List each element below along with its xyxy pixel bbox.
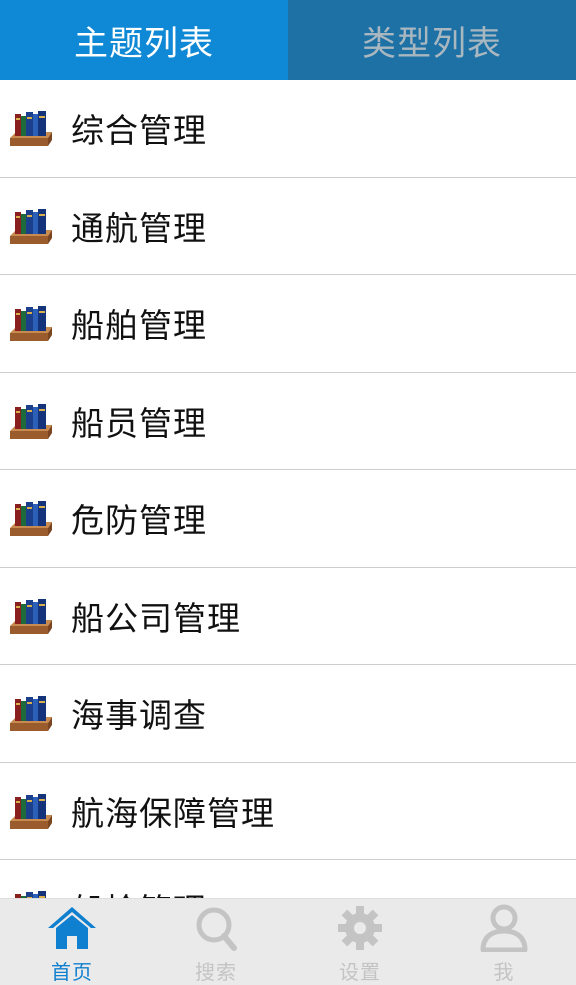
list-item-label: 船舶管理: [71, 306, 207, 346]
tab-topic-list-label: 主题列表: [74, 23, 214, 64]
list-item[interactable]: 危防管理: [0, 470, 576, 568]
bookshelf-icon: [15, 891, 46, 898]
list-item-label: 通航管理: [71, 208, 207, 248]
list-item[interactable]: 船员管理: [0, 373, 576, 470]
gear-icon: [338, 906, 382, 950]
tab-type-list[interactable]: 类型列表: [288, 0, 576, 80]
nav-search[interactable]: 搜索: [144, 899, 288, 985]
list-item-label: 船员管理: [71, 403, 207, 443]
list-item-label: 航海保障管理: [71, 793, 275, 833]
nav-home[interactable]: 首页: [0, 899, 144, 985]
bookshelf-icon: [10, 306, 52, 342]
bookshelf-icon: [10, 696, 52, 732]
bookshelf-icon: [10, 598, 52, 634]
list-item[interactable]: 航海保障管理: [0, 763, 576, 860]
tab-topic-list[interactable]: 主题列表: [0, 0, 288, 80]
nav-home-label: 首页: [51, 960, 93, 984]
bookshelf-icon: [10, 208, 52, 244]
list-item[interactable]: 船舶管理: [0, 275, 576, 373]
list-item-label: 船检管理: [71, 884, 207, 898]
list-item-label: 船公司管理: [71, 598, 241, 638]
list-item[interactable]: 通航管理: [0, 178, 576, 275]
list-item[interactable]: 综合管理: [0, 80, 576, 178]
list-item-label: 综合管理: [71, 111, 207, 151]
bookshelf-icon: [10, 111, 52, 147]
bottom-nav-bar: 首页 搜索 设置 我: [0, 898, 576, 985]
list-item-label: 海事调查: [71, 696, 207, 736]
topic-list[interactable]: 综合管理 通航管理 船舶管理 船员管理 危防管理 船公司管理 海事调查 航海保障…: [0, 80, 576, 898]
list-item[interactable]: 海事调查: [0, 665, 576, 763]
list-item-label: 危防管理: [71, 501, 207, 541]
bookshelf-icon: [10, 501, 52, 537]
app-root: 主题列表 类型列表 综合管理 通航管理 船舶管理 船员管理 危防管理 船公司管理…: [0, 0, 576, 985]
bookshelf-icon: [10, 403, 52, 439]
nav-me-label: 我: [493, 960, 515, 984]
top-tab-bar: 主题列表 类型列表: [0, 0, 576, 80]
nav-search-label: 搜索: [195, 960, 237, 984]
tab-type-list-label: 类型列表: [362, 23, 502, 64]
search-icon: [196, 907, 237, 951]
list-item[interactable]: 船公司管理: [0, 568, 576, 665]
list-item[interactable]: 船检管理: [0, 860, 576, 898]
nav-settings-label: 设置: [339, 960, 381, 984]
nav-settings[interactable]: 设置: [288, 899, 432, 985]
home-icon: [48, 907, 96, 949]
bookshelf-icon: [10, 793, 52, 829]
user-icon: [480, 904, 528, 952]
nav-me[interactable]: 我: [432, 899, 576, 985]
